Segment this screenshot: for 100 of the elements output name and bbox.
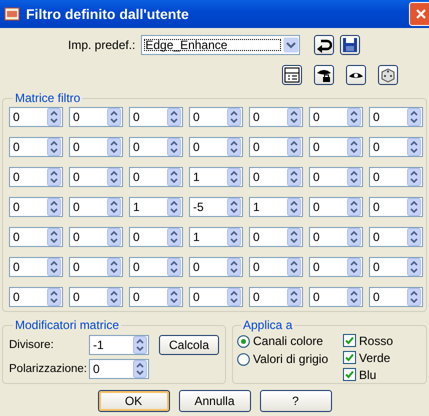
matrix-cell-field[interactable]: 0 (129, 107, 183, 127)
spin-arrows-icon[interactable] (47, 168, 61, 186)
matrix-cell-field[interactable]: 1 (249, 197, 303, 217)
matrix-cell-field[interactable]: 0 (309, 197, 363, 217)
matrix-cell-field[interactable]: 0 (369, 137, 423, 157)
checkbox[interactable] (343, 334, 356, 347)
spin-arrows-icon[interactable] (227, 138, 241, 156)
matrix-cell-field[interactable]: 0 (129, 257, 183, 277)
dialog-button[interactable]: OK (98, 390, 170, 412)
spin-arrows-icon[interactable] (407, 168, 421, 186)
matrix-cell-field[interactable]: 0 (69, 197, 123, 217)
spin-arrows-icon[interactable] (347, 198, 361, 216)
spin-arrows-icon[interactable] (347, 288, 361, 306)
spin-arrows-icon[interactable] (227, 228, 241, 246)
spin-arrows-icon[interactable] (47, 198, 61, 216)
matrix-cell-field[interactable]: 0 (309, 167, 363, 187)
spin-arrows-icon[interactable] (287, 108, 301, 126)
matrix-cell-field[interactable]: 0 (69, 257, 123, 277)
spin-arrows-icon[interactable] (227, 168, 241, 186)
matrix-cell-field[interactable]: 0 (369, 107, 423, 127)
matrix-cell-field[interactable]: 1 (189, 167, 243, 187)
matrix-cell-field[interactable]: 0 (9, 107, 63, 127)
matrix-cell-field[interactable]: 0 (9, 137, 63, 157)
matrix-cell-field[interactable]: 0 (189, 257, 243, 277)
matrix-cell-field[interactable]: 0 (369, 227, 423, 247)
dialog-button[interactable]: ? (260, 390, 332, 412)
matrix-cell-field[interactable]: 0 (369, 167, 423, 187)
save-button[interactable] (340, 35, 360, 55)
matrix-cell-field[interactable]: 0 (189, 287, 243, 307)
spin-arrows-icon[interactable] (347, 138, 361, 156)
checkbox[interactable] (343, 351, 356, 364)
spin-arrows-icon[interactable] (347, 108, 361, 126)
matrix-cell-field[interactable]: 0 (309, 137, 363, 157)
matrix-cell-field[interactable]: 0 (249, 167, 303, 187)
matrix-cell-field[interactable]: 0 (129, 287, 183, 307)
spin-arrows-icon[interactable] (107, 258, 121, 276)
matrix-cell-field[interactable]: 0 (189, 107, 243, 127)
close-button[interactable] (409, 2, 429, 26)
matrix-cell-field[interactable]: 0 (69, 227, 123, 247)
spin-arrows-icon[interactable] (107, 288, 121, 306)
spin-arrows-icon[interactable] (167, 228, 181, 246)
lock-view-button[interactable] (314, 65, 334, 85)
number-field[interactable]: -1 (89, 335, 149, 355)
spin-arrows-icon[interactable] (107, 228, 121, 246)
spin-arrows-icon[interactable] (47, 258, 61, 276)
matrix-cell-field[interactable]: 0 (129, 137, 183, 157)
spin-arrows-icon[interactable] (167, 108, 181, 126)
matrix-cell-field[interactable]: 0 (9, 227, 63, 247)
matrix-cell-field[interactable]: 0 (9, 167, 63, 187)
randomize-button[interactable] (378, 65, 398, 85)
calculate-button[interactable]: Calcola (159, 335, 219, 355)
matrix-cell-field[interactable]: 0 (69, 137, 123, 157)
matrix-cell-field[interactable]: 0 (9, 257, 63, 277)
matrix-cell-field[interactable]: 0 (369, 287, 423, 307)
matrix-cell-field[interactable]: 1 (129, 197, 183, 217)
spin-arrows-icon[interactable] (47, 288, 61, 306)
spin-arrows-icon[interactable] (407, 288, 421, 306)
spin-arrows-icon[interactable] (407, 108, 421, 126)
matrix-cell-field[interactable]: 0 (69, 167, 123, 187)
spin-arrows-icon[interactable] (287, 288, 301, 306)
spin-arrows-icon[interactable] (107, 168, 121, 186)
spin-arrows-icon[interactable] (133, 336, 147, 354)
spin-arrows-icon[interactable] (407, 138, 421, 156)
checkbox[interactable] (343, 368, 356, 381)
matrix-cell-field[interactable]: 0 (369, 257, 423, 277)
spin-arrows-icon[interactable] (227, 258, 241, 276)
matrix-cell-field[interactable]: 0 (69, 107, 123, 127)
spin-arrows-icon[interactable] (407, 198, 421, 216)
spin-arrows-icon[interactable] (167, 258, 181, 276)
radio-button[interactable] (237, 352, 250, 366)
spin-arrows-icon[interactable] (347, 258, 361, 276)
spin-arrows-icon[interactable] (47, 138, 61, 156)
spin-arrows-icon[interactable] (287, 168, 301, 186)
spin-arrows-icon[interactable] (347, 168, 361, 186)
dialog-button[interactable]: Annulla (178, 390, 250, 412)
spin-arrows-icon[interactable] (407, 258, 421, 276)
close-icon[interactable] (415, 8, 427, 20)
matrix-cell-field[interactable]: 0 (9, 197, 63, 217)
matrix-cell-field[interactable]: 0 (9, 287, 63, 307)
matrix-cell-field[interactable]: 0 (309, 287, 363, 307)
spin-arrows-icon[interactable] (47, 228, 61, 246)
spin-arrows-icon[interactable] (167, 288, 181, 306)
spin-arrows-icon[interactable] (167, 168, 181, 186)
spin-arrows-icon[interactable] (287, 258, 301, 276)
matrix-cell-field[interactable]: 0 (249, 257, 303, 277)
spin-arrows-icon[interactable] (107, 198, 121, 216)
spin-arrows-icon[interactable] (107, 108, 121, 126)
spin-arrows-icon[interactable] (167, 138, 181, 156)
spin-arrows-icon[interactable] (347, 228, 361, 246)
spin-arrows-icon[interactable] (107, 138, 121, 156)
matrix-cell-field[interactable]: 0 (309, 257, 363, 277)
spin-arrows-icon[interactable] (407, 228, 421, 246)
properties-button[interactable] (282, 65, 302, 85)
number-field[interactable]: 0 (89, 359, 149, 379)
spin-arrows-icon[interactable] (133, 360, 147, 378)
matrix-cell-field[interactable]: 0 (249, 137, 303, 157)
matrix-cell-field[interactable]: 0 (69, 287, 123, 307)
matrix-cell-field[interactable]: 0 (249, 287, 303, 307)
matrix-cell-field[interactable]: 0 (249, 227, 303, 247)
reset-button[interactable] (314, 35, 334, 55)
